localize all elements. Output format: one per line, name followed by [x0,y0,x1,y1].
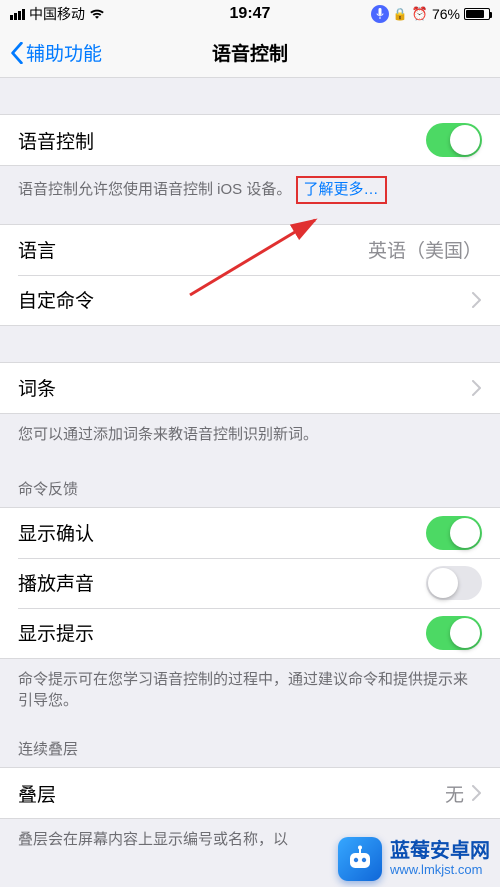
overlay-label: 叠层 [18,780,56,807]
wifi-icon [89,8,105,20]
custom-commands-label: 自定命令 [18,286,94,313]
chevron-right-icon [472,785,482,801]
feedback-footer: 命令提示可在您学习语音控制的过程中，通过建议命令和提供提示来引导您。 [0,659,500,723]
voice-control-toggle[interactable] [426,123,482,157]
nav-bar: 辅助功能 语音控制 [0,28,500,78]
row-voice-control-switch[interactable]: 语音控制 [0,115,500,165]
watermark-robot-icon [338,837,382,881]
battery-pct-label: 76% [432,6,460,22]
overlay-header: 连续叠层 [0,722,500,767]
group-language: 语言 英语（美国） 自定命令 [0,224,500,326]
show-confirm-toggle[interactable] [426,516,482,550]
vocabulary-label: 词条 [18,374,56,401]
voice-control-footer-text: 语音控制允许您使用语音控制 iOS 设备。 [18,181,291,198]
play-sound-label: 播放声音 [18,569,94,596]
chevron-right-icon [472,380,482,396]
play-sound-toggle[interactable] [426,566,482,600]
vocabulary-footer: 您可以通过添加词条来教语音控制识别新词。 [0,414,500,456]
mic-indicator-icon [371,5,389,23]
row-language[interactable]: 语言 英语（美国） [0,225,500,275]
group-vocabulary: 词条 [0,362,500,414]
row-vocabulary[interactable]: 词条 [0,363,500,413]
show-confirm-label: 显示确认 [18,519,94,546]
watermark-name: 蓝莓安卓网 [390,840,490,863]
battery-icon [464,8,490,20]
language-label: 语言 [18,236,56,263]
overlay-value: 无 [445,780,464,807]
back-label: 辅助功能 [26,39,102,66]
voice-control-label: 语音控制 [18,127,94,154]
row-custom-commands[interactable]: 自定命令 [0,275,500,325]
alarm-icon: ⏰ [412,6,428,22]
orientation-lock-icon: 🔒 [393,7,408,21]
row-overlay[interactable]: 叠层 无 [0,768,500,818]
learn-more-link[interactable]: 了解更多… [304,181,379,198]
voice-control-footer: 语音控制允许您使用语音控制 iOS 设备。 了解更多… [0,166,500,214]
show-hints-toggle[interactable] [426,616,482,650]
group-voice-control: 语音控制 [0,114,500,166]
row-show-hints[interactable]: 显示提示 [0,608,500,658]
feedback-header: 命令反馈 [0,456,500,507]
row-show-confirm[interactable]: 显示确认 [0,508,500,558]
carrier-label: 中国移动 [29,4,85,24]
watermark-url: www.lmkjst.com [390,863,490,878]
show-hints-label: 显示提示 [18,619,94,646]
signal-icon [10,9,25,20]
group-feedback: 显示确认 播放声音 显示提示 [0,507,500,659]
row-play-sound[interactable]: 播放声音 [0,558,500,608]
back-button[interactable]: 辅助功能 [10,39,102,66]
chevron-right-icon [472,292,482,308]
watermark: 蓝莓安卓网 www.lmkjst.com [338,837,490,881]
chevron-left-icon [10,42,24,64]
language-value: 英语（美国） [368,236,482,263]
group-overlay: 叠层 无 [0,767,500,819]
status-bar: 中国移动 19:47 🔒 ⏰ 76% [0,0,500,28]
